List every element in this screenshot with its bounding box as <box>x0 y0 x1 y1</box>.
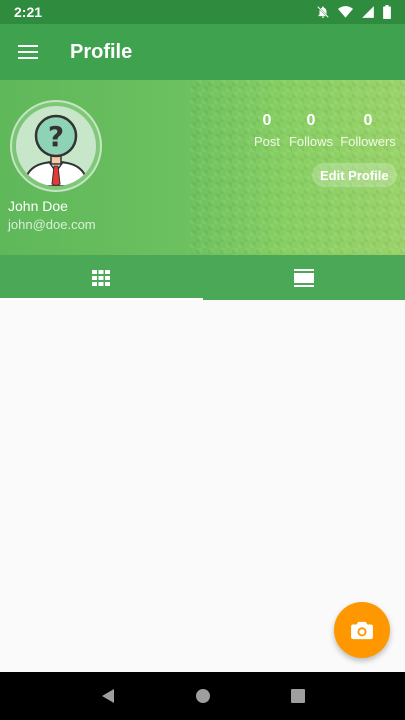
profile-tabs <box>0 255 405 300</box>
stat-follows[interactable]: 0 Follows <box>286 112 336 149</box>
user-email: john@doe.com <box>8 217 96 232</box>
notifications-off-icon <box>317 6 329 18</box>
stat-count: 0 <box>262 112 272 129</box>
stat-count: 0 <box>306 112 316 129</box>
home-icon[interactable] <box>195 688 211 704</box>
recents-icon[interactable] <box>290 688 306 704</box>
status-time: 2:21 <box>14 4 43 20</box>
status-bar: 2:21 <box>0 0 405 24</box>
stat-label: Follows <box>288 134 334 149</box>
stat-followers[interactable]: 0 Followers <box>338 112 398 149</box>
menu-icon <box>18 45 38 59</box>
user-name: John Doe <box>8 198 68 214</box>
page-title: Profile <box>70 40 133 63</box>
camera-fab-button[interactable] <box>334 602 390 658</box>
wifi-icon <box>338 6 353 18</box>
signal-icon <box>362 6 374 18</box>
tab-grid[interactable] <box>0 255 203 300</box>
menu-button[interactable] <box>0 24 56 80</box>
unknown-user-avatar-icon: ? <box>16 106 96 186</box>
stat-label: Post <box>253 134 280 149</box>
status-icons <box>316 5 391 19</box>
back-icon[interactable] <box>100 688 116 704</box>
edit-profile-button[interactable]: Edit Profile <box>312 163 397 187</box>
system-navigation-bar <box>0 672 405 720</box>
stat-count: 0 <box>363 112 373 129</box>
stat-posts[interactable]: 0 Post <box>252 112 282 149</box>
list-icon <box>293 268 314 287</box>
camera-icon <box>351 621 373 640</box>
avatar[interactable]: ? <box>10 100 102 192</box>
stat-label: Followers <box>340 134 396 149</box>
app-bar: Profile <box>0 24 405 80</box>
tab-list[interactable] <box>203 255 405 300</box>
grid-icon <box>92 269 111 286</box>
profile-header: ? John Doe john@doe.com 0 Post 0 Follows… <box>0 80 405 255</box>
svg-text:?: ? <box>48 120 64 153</box>
profile-stats: 0 Post 0 Follows 0 Followers <box>252 112 402 152</box>
battery-icon <box>383 5 391 19</box>
